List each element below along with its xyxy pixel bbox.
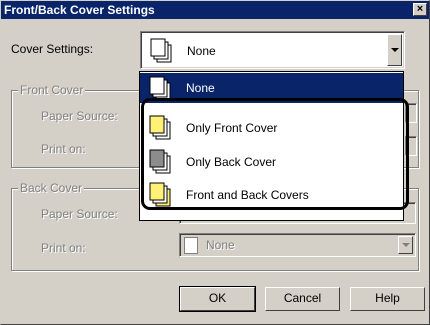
blank-page-icon — [184, 237, 198, 254]
dialog-title: Front/Back Cover Settings — [4, 3, 155, 17]
pages-none-icon — [150, 38, 172, 63]
back-print-on-dropdown-button — [398, 236, 413, 254]
cover-settings-combobox[interactable]: None — [140, 31, 405, 69]
back-paper-source-label: Paper Source: — [41, 207, 118, 221]
title-bar[interactable]: Front/Back Cover Settings × — [1, 1, 429, 19]
back-cover-group-label: Back Cover — [18, 181, 85, 195]
front-cover-group-label: Front Cover — [18, 83, 86, 97]
cover-settings-label: Cover Settings: — [11, 42, 94, 56]
close-icon: × — [416, 3, 424, 15]
back-print-on-combobox: None — [179, 233, 416, 257]
cover-settings-dialog: Front/Back Cover Settings × Cover Settin… — [0, 0, 430, 325]
cancel-button[interactable]: Cancel — [265, 287, 340, 311]
cover-settings-value: None — [187, 44, 216, 58]
cover-settings-dropdown-button[interactable] — [387, 34, 402, 66]
help-button[interactable]: Help — [350, 287, 425, 311]
ok-button[interactable]: OK — [179, 286, 256, 312]
back-print-on-value: None — [206, 238, 235, 252]
close-button[interactable]: × — [413, 3, 427, 16]
chevron-down-icon — [390, 48, 399, 52]
list-item-label: None — [186, 81, 215, 95]
front-paper-source-label: Paper Source: — [41, 109, 118, 123]
options-highlight-outline — [141, 98, 409, 210]
front-print-on-label: Print on: — [41, 142, 86, 156]
back-print-on-label: Print on: — [41, 241, 86, 255]
chevron-down-icon — [401, 243, 410, 247]
